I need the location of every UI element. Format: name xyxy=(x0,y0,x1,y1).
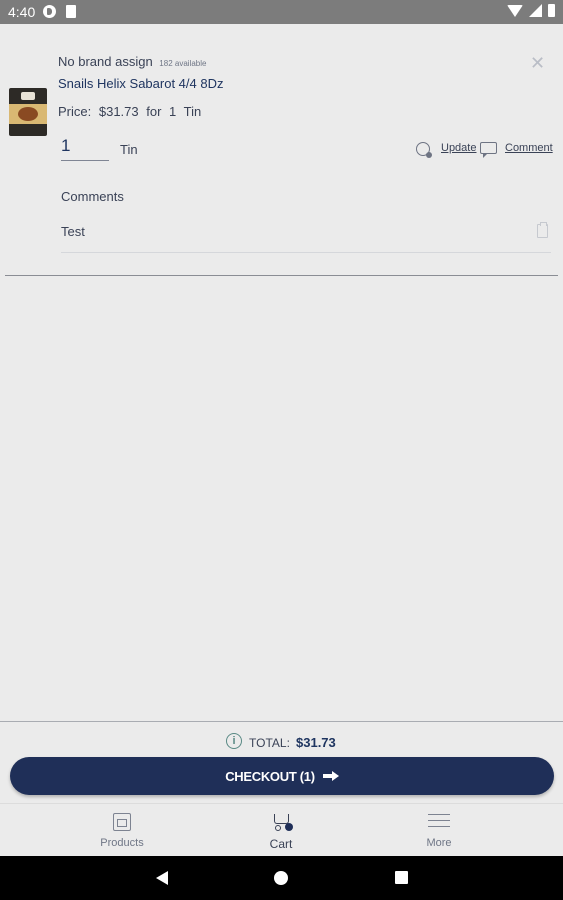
back-icon[interactable] xyxy=(156,871,168,885)
nav-products[interactable]: Products xyxy=(62,804,182,857)
product-image[interactable] xyxy=(9,88,47,136)
price-qty: 1 xyxy=(169,104,177,119)
nav-more-label: More xyxy=(426,837,452,849)
comment-underline xyxy=(61,252,551,253)
home-icon[interactable] xyxy=(274,871,288,885)
product-price: Price: $31.73 for 1 Tin xyxy=(58,104,205,119)
clipboard-icon[interactable] xyxy=(537,222,548,238)
wifi-icon xyxy=(507,4,523,17)
signal-icon xyxy=(529,4,542,17)
remove-item-close-icon[interactable]: ✕ xyxy=(530,54,545,72)
nav-cart[interactable]: Cart xyxy=(221,804,341,857)
bottom-nav: Products Cart More xyxy=(0,803,563,857)
comments-heading: Comments xyxy=(61,189,124,204)
menu-icon xyxy=(428,814,450,828)
item-divider xyxy=(5,275,558,276)
total-label: TOTAL: xyxy=(249,736,290,750)
recents-icon[interactable] xyxy=(395,871,408,884)
status-time: 4:40 xyxy=(8,4,36,20)
update-icon[interactable] xyxy=(416,142,432,158)
quantity-input[interactable]: 1 xyxy=(61,136,109,161)
price-label: Price: xyxy=(58,104,92,119)
info-icon[interactable]: i xyxy=(226,733,242,749)
checkout-label: CHECKOUT (1) xyxy=(225,768,315,784)
notification-icon xyxy=(43,5,56,18)
price-for: for xyxy=(146,104,162,119)
cart-icon xyxy=(271,811,293,831)
total-value: $31.73 xyxy=(296,735,336,750)
nav-cart-label: Cart xyxy=(269,837,293,851)
arrow-right-icon xyxy=(322,771,339,781)
battery-icon xyxy=(548,4,555,17)
comment-icon[interactable] xyxy=(480,142,497,158)
update-link[interactable]: Update xyxy=(441,142,476,154)
total-divider xyxy=(0,721,563,722)
availability-label: 182 available xyxy=(159,59,207,68)
quantity-unit: Tin xyxy=(120,142,138,157)
product-title[interactable]: Snails Helix Sabarot 4/4 8Dz xyxy=(58,76,223,91)
checkout-button[interactable]: CHECKOUT (1) xyxy=(10,757,554,795)
products-icon xyxy=(113,813,131,831)
price-value: $31.73 xyxy=(98,104,139,119)
brand-label: No brand assign xyxy=(58,54,153,69)
sd-card-icon xyxy=(66,5,76,18)
comment-link[interactable]: Comment xyxy=(505,142,553,154)
price-unit: Tin xyxy=(183,104,202,119)
nav-more[interactable]: More xyxy=(379,804,499,857)
status-bar: 4:40 xyxy=(0,0,563,24)
comment-field[interactable]: Test xyxy=(61,224,85,239)
status-icons xyxy=(507,4,555,17)
product-brand: No brand assign 182 available xyxy=(58,54,206,69)
nav-products-label: Products xyxy=(100,837,144,849)
